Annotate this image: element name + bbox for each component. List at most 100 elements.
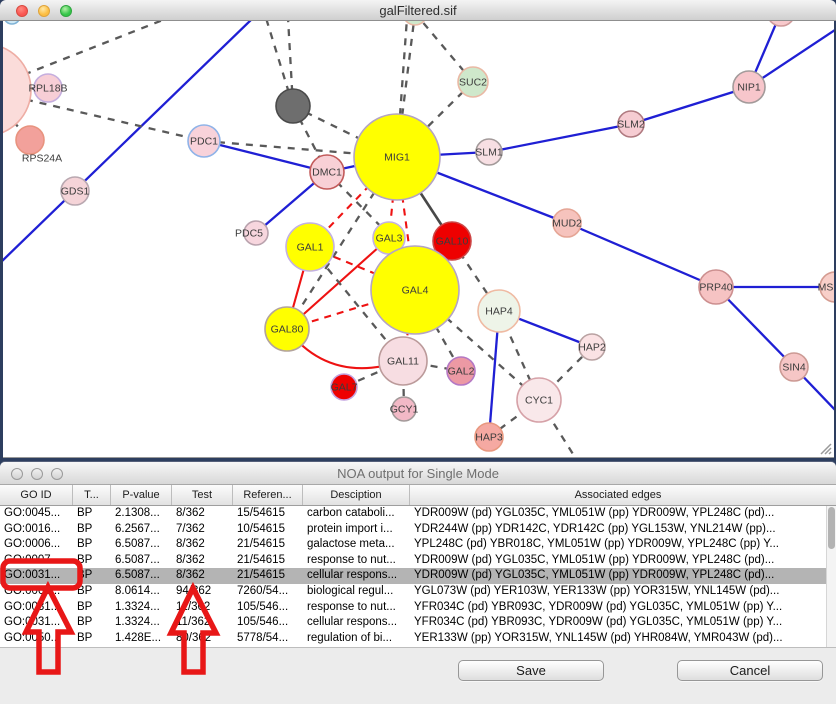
- save-button[interactable]: Save: [458, 660, 604, 681]
- resize-grip-icon[interactable]: [818, 441, 832, 455]
- table-cell: 21/54615: [233, 553, 303, 569]
- graph-node-label: MIG1: [384, 152, 410, 164]
- table-cell: 10/54615: [233, 522, 303, 538]
- table-cell: BP: [73, 537, 111, 553]
- graph-window-title: galFiltered.sif: [0, 3, 836, 18]
- table-cell: 8/362: [172, 537, 233, 553]
- table-row[interactable]: GO:0050...BP1.428E...80/3625778/54...reg…: [0, 631, 826, 647]
- graph-node-label: GAL11: [387, 356, 419, 368]
- graph-node-label: SLM1: [475, 147, 503, 159]
- table-cell: response to nut...: [303, 600, 410, 616]
- table-cell: cellular respons...: [303, 568, 410, 584]
- graph-node-BIGPINK[interactable]: [3, 44, 32, 136]
- results-table: GO:0045...BP2.1308...8/36215/54615carbon…: [0, 506, 826, 647]
- column-header-2[interactable]: T...: [73, 485, 111, 505]
- table-row[interactable]: GO:0031...BP1.3324...11/362105/546...cel…: [0, 615, 826, 631]
- graph-node-label: HAP3: [475, 432, 503, 444]
- column-header-5[interactable]: Referen...: [233, 485, 303, 505]
- column-header-7[interactable]: Associated edges: [410, 485, 826, 505]
- table-cell: 5778/54...: [233, 631, 303, 647]
- graph-node-label: PRP40: [699, 282, 732, 294]
- graph-edge[interactable]: [631, 87, 749, 124]
- table-row[interactable]: GO:0031...BP6.5087...8/36221/54615cellul…: [0, 568, 826, 584]
- noa-output-window: NOA output for Single Mode GO IDT...P-va…: [0, 462, 836, 704]
- table-cell: GO:0045...: [0, 506, 73, 522]
- table-cell: 6.2567...: [111, 522, 172, 538]
- column-header-4[interactable]: Test: [172, 485, 233, 505]
- graph-node-label: MSI: [818, 282, 834, 294]
- table-cell: BP: [73, 600, 111, 616]
- graph-node-label: GAL2: [448, 366, 475, 378]
- graph-node-label: NIP1: [737, 82, 761, 94]
- table-cell: 6.5087...: [111, 537, 172, 553]
- vertical-scrollbar[interactable]: [826, 506, 836, 647]
- table-cell: YFR034C (pd) YBR093C, YDR009W (pd) YGL03…: [410, 615, 826, 631]
- table-row[interactable]: GO:0045...BP2.1308...8/36215/54615carbon…: [0, 506, 826, 522]
- table-cell: 8/362: [172, 506, 233, 522]
- graph-node-label: RPS24A: [22, 153, 62, 165]
- noa-window-titlebar[interactable]: NOA output for Single Mode: [0, 462, 836, 485]
- table-cell: 1.3324...: [111, 615, 172, 631]
- graph-node-label: GAL3: [376, 233, 403, 245]
- table-cell: YER133W (pp) YOR315W, YNL145W (pd) YHR08…: [410, 631, 826, 647]
- table-cell: 8/362: [172, 553, 233, 569]
- table-cell: GO:0065...: [0, 584, 73, 600]
- table-cell: 6.5087...: [111, 568, 172, 584]
- column-header-1[interactable]: GO ID: [0, 485, 73, 505]
- graph-node-label: DMC1: [312, 167, 342, 179]
- table-cell: galactose meta...: [303, 537, 410, 553]
- table-row[interactable]: GO:0031...BP1.3324...11/362105/546...res…: [0, 600, 826, 616]
- table-row[interactable]: GO:0006...BP6.5087...8/36221/54615galact…: [0, 537, 826, 553]
- table-cell: 80/362: [172, 631, 233, 647]
- cancel-button[interactable]: Cancel: [677, 660, 823, 681]
- table-cell: 7/362: [172, 522, 233, 538]
- table-cell: 1.3324...: [111, 600, 172, 616]
- graph-node-label: SUC2: [459, 77, 487, 89]
- table-cell: GO:0016...: [0, 522, 73, 538]
- graph-node-RPS24A[interactable]: [16, 126, 44, 154]
- graph-node-GRAY[interactable]: [276, 89, 310, 123]
- table-cell: 6.5087...: [111, 553, 172, 569]
- graph-edge[interactable]: [567, 223, 716, 287]
- table-cell: 2.1308...: [111, 506, 172, 522]
- table-cell: carbon cataboli...: [303, 506, 410, 522]
- graph-node-label: SLM2: [617, 119, 645, 131]
- column-header-3[interactable]: P-value: [111, 485, 172, 505]
- table-row[interactable]: GO:0016...BP6.2567...7/36210/54615protei…: [0, 522, 826, 538]
- graph-edge[interactable]: [489, 124, 631, 152]
- table-row[interactable]: GO:0007...BP6.5087...8/36221/54615respon…: [0, 553, 826, 569]
- graph-node-label: GCY1: [390, 404, 419, 416]
- graph-node-label: RPL18B: [28, 83, 67, 95]
- table-cell: 11/362: [172, 615, 233, 631]
- graph-node-label: HAP2: [578, 342, 606, 354]
- graph-node-label: SIN4: [782, 362, 806, 374]
- table-cell: GO:0006...: [0, 537, 73, 553]
- table-cell: YDR009W (pd) YGL035C, YML051W (pp) YDR00…: [410, 506, 826, 522]
- graph-node-label: CYC1: [525, 395, 553, 407]
- table-cell: BP: [73, 615, 111, 631]
- graph-node-label: GAL7: [331, 382, 358, 394]
- scrollbar-thumb[interactable]: [828, 507, 835, 549]
- graph-node-label: GAL1: [297, 242, 324, 254]
- table-cell: YDR244W (pp) YDR142C, YDR142C (pp) YGL15…: [410, 522, 826, 538]
- graph-node-CYANCLIP[interactable]: [4, 21, 20, 24]
- table-cell: 105/546...: [233, 600, 303, 616]
- table-cell: BP: [73, 522, 111, 538]
- table-cell: BP: [73, 631, 111, 647]
- table-cell: BP: [73, 568, 111, 584]
- graph-node-label: GDS1: [61, 186, 90, 198]
- graph-node-label: HAP4: [485, 306, 513, 318]
- table-cell: response to nut...: [303, 553, 410, 569]
- graph-node-label: PDC5: [235, 228, 263, 240]
- table-cell: GO:0050...: [0, 631, 73, 647]
- table-cell: regulation of bi...: [303, 631, 410, 647]
- table-row[interactable]: GO:0065...BP8.0614...94/3627260/54...bio…: [0, 584, 826, 600]
- graph-window-titlebar[interactable]: galFiltered.sif: [0, 0, 836, 21]
- column-header-6[interactable]: Desciption: [303, 485, 410, 505]
- network-canvas[interactable]: RPL18BRPS24AGDS1PDC1DMC1MIG1SUC2SLM1SLM2…: [3, 21, 834, 458]
- table-cell: YGL073W (pd) YER103W, YER133W (pp) YOR31…: [410, 584, 826, 600]
- table-cell: YFR034C (pd) YBR093C, YDR009W (pd) YGL03…: [410, 600, 826, 616]
- network-graph[interactable]: RPL18BRPS24AGDS1PDC1DMC1MIG1SUC2SLM1SLM2…: [3, 21, 834, 458]
- graph-node-PINKCLIP[interactable]: [767, 21, 795, 26]
- table-cell: YDR009W (pd) YGL035C, YML051W (pp) YDR00…: [410, 553, 826, 569]
